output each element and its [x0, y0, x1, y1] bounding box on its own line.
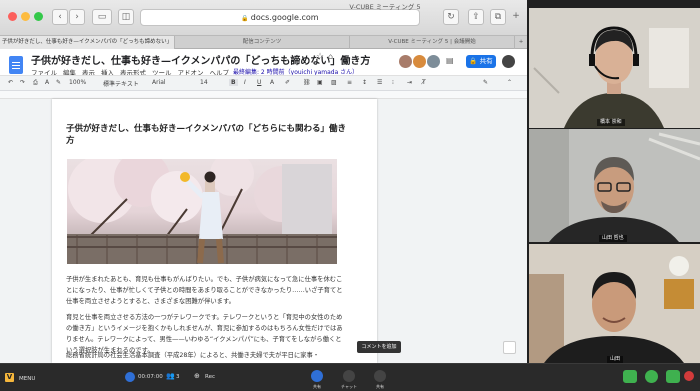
- share-screen-button[interactable]: [311, 370, 323, 382]
- doc-heading: 子供が好きだし、仕事も好き—イクメンパパの「どちらにも関わる」働き方: [66, 124, 346, 146]
- meeting-timer: 00:07:00: [138, 374, 163, 380]
- tab-label: 配信コンテンツ: [242, 39, 282, 45]
- add-comment-tooltip: コメントを追加: [357, 341, 401, 353]
- participant-name: 橋本 崇和: [597, 119, 625, 126]
- image-icon[interactable]: ▨: [331, 79, 337, 86]
- align-icon[interactable]: ≡: [347, 79, 352, 86]
- redo-icon[interactable]: ↷: [20, 79, 25, 86]
- tab-label: V-CUBE ミーティング 5 | 会議開始: [388, 39, 476, 45]
- collaborator-avatar[interactable]: [427, 55, 440, 68]
- lock-icon: 🔒: [469, 57, 478, 65]
- comment-history-icon[interactable]: ▤: [446, 56, 454, 65]
- font-size-select[interactable]: 14: [200, 79, 208, 86]
- menu-button[interactable]: MENU: [19, 376, 35, 382]
- chat-button[interactable]: [343, 370, 355, 382]
- share-label: 共有: [479, 57, 493, 65]
- indent-icon[interactable]: ⇥: [407, 79, 412, 86]
- clock-icon: [125, 372, 135, 382]
- forward-button[interactable]: ›: [69, 9, 85, 25]
- line-spacing-icon[interactable]: ↕: [362, 79, 367, 86]
- collaborator-avatar[interactable]: [413, 55, 426, 68]
- share-icon[interactable]: ⇪: [468, 9, 484, 25]
- account-avatar[interactable]: [502, 55, 515, 68]
- comment-icon[interactable]: ▣: [317, 79, 323, 86]
- url-text: docs.google.com: [250, 13, 319, 22]
- tab-contents[interactable]: 配信コンテンツ: [175, 36, 350, 49]
- underline-button[interactable]: U: [257, 79, 261, 86]
- ruler[interactable]: [0, 91, 527, 99]
- tab-strip: 子供が好きだし、仕事も好き—イクメンパパの「どっちも諦めない」 配信コンテンツ …: [0, 36, 527, 49]
- text-color-button[interactable]: A: [270, 79, 274, 86]
- bold-button[interactable]: B: [229, 79, 238, 86]
- undo-icon[interactable]: ↶: [8, 79, 13, 86]
- camera-toggle-icon[interactable]: [623, 370, 637, 383]
- style-select[interactable]: 標準テキスト: [103, 79, 139, 88]
- speaker-toggle-icon[interactable]: [666, 370, 680, 383]
- leave-meeting-icon[interactable]: [684, 371, 694, 381]
- link-icon[interactable]: ⛓: [303, 79, 311, 86]
- video-tile[interactable]: 橋本 崇和: [529, 8, 700, 128]
- reload-icon[interactable]: ↻: [443, 9, 459, 25]
- format-toolbar: ↶ ↷ ⎙ A ✎ 100% 標準テキスト Arial 14 B I U A ✐…: [0, 75, 527, 91]
- vcube-logo-icon[interactable]: V: [5, 373, 14, 382]
- record-icon[interactable]: ⊕: [194, 372, 200, 380]
- font-select[interactable]: Arial: [152, 79, 166, 86]
- collaborator-avatar[interactable]: [399, 55, 412, 68]
- article-photo: [67, 159, 337, 264]
- collapse-icon[interactable]: ⌃: [507, 79, 512, 86]
- sidebar-icon[interactable]: ▭: [92, 9, 112, 25]
- tab-label: 子供が好きだし、仕事も好き—イクメンパパの「どっちも諦めない」: [1, 39, 173, 45]
- tab-document[interactable]: 子供が好きだし、仕事も好き—イクメンパパの「どっちも諦めない」: [0, 36, 175, 49]
- scrollbar[interactable]: [520, 99, 527, 363]
- rec-label[interactable]: Rec: [205, 374, 215, 380]
- minimize-window-icon[interactable]: [21, 12, 30, 21]
- new-tab-icon[interactable]: +: [509, 9, 523, 25]
- paint-format-icon[interactable]: ✎: [56, 79, 61, 86]
- video-tile[interactable]: 山田 哲也: [529, 129, 700, 242]
- paragraph: 子供が生まれたあとも、育児も仕事もがんばりたい。でも、子供が病気になって急に仕事…: [66, 276, 343, 305]
- spellcheck-icon[interactable]: A: [45, 79, 49, 86]
- participant-name: 山田 哲也: [599, 235, 627, 242]
- microphone-toggle-icon[interactable]: [645, 370, 658, 383]
- share-screen-label: 共有: [313, 384, 321, 389]
- participant-video: [529, 244, 700, 363]
- reader-icon[interactable]: ◫: [118, 9, 134, 25]
- window-title: V-CUBE ミーティング 5: [349, 3, 421, 11]
- participant-name: 山田: [607, 356, 624, 363]
- numbered-list-icon[interactable]: ⁝: [392, 79, 394, 86]
- docs-logo-icon[interactable]: [9, 56, 23, 74]
- back-button[interactable]: ‹: [52, 9, 68, 25]
- new-tab-button[interactable]: +: [515, 36, 527, 49]
- italic-button[interactable]: I: [244, 79, 246, 86]
- tab-vcube[interactable]: V-CUBE ミーティング 5 | 会議開始: [350, 36, 515, 49]
- other-share-label: 共有: [376, 384, 384, 389]
- add-comment-button[interactable]: [503, 341, 516, 354]
- editing-mode-icon[interactable]: ✎: [483, 79, 488, 86]
- print-icon[interactable]: ⎙: [33, 79, 38, 87]
- paragraph: 総務省統計局の社会生活基本調査（平成28年）によると、共働き夫婦で夫が平日に家事…: [66, 352, 320, 359]
- list-icon[interactable]: ☰: [377, 79, 382, 86]
- share-button[interactable]: 🔒 共有: [466, 55, 496, 68]
- participants-icon[interactable]: 👥: [166, 372, 175, 380]
- highlight-icon[interactable]: ✐: [285, 79, 290, 86]
- star-icon[interactable]: ☆: [316, 52, 324, 62]
- clear-format-icon[interactable]: T̸: [422, 79, 426, 86]
- lock-icon: 🔒: [241, 15, 251, 22]
- close-window-icon[interactable]: [8, 12, 17, 21]
- participant-video: [529, 8, 700, 128]
- move-folder-icon[interactable]: ⌂: [328, 52, 333, 61]
- address-bar[interactable]: 🔒 docs.google.com: [140, 9, 420, 26]
- participant-video: [529, 129, 700, 242]
- zoom-select[interactable]: 100%: [69, 79, 86, 86]
- photo-illustration: [67, 159, 337, 264]
- chat-label: チャット: [341, 384, 357, 389]
- other-share-button[interactable]: [374, 370, 386, 382]
- participant-count: 3: [176, 374, 180, 380]
- video-tile[interactable]: 山田: [529, 244, 700, 363]
- zoom-window-icon[interactable]: [34, 12, 43, 21]
- tabs-overview-icon[interactable]: ⧉: [490, 9, 506, 25]
